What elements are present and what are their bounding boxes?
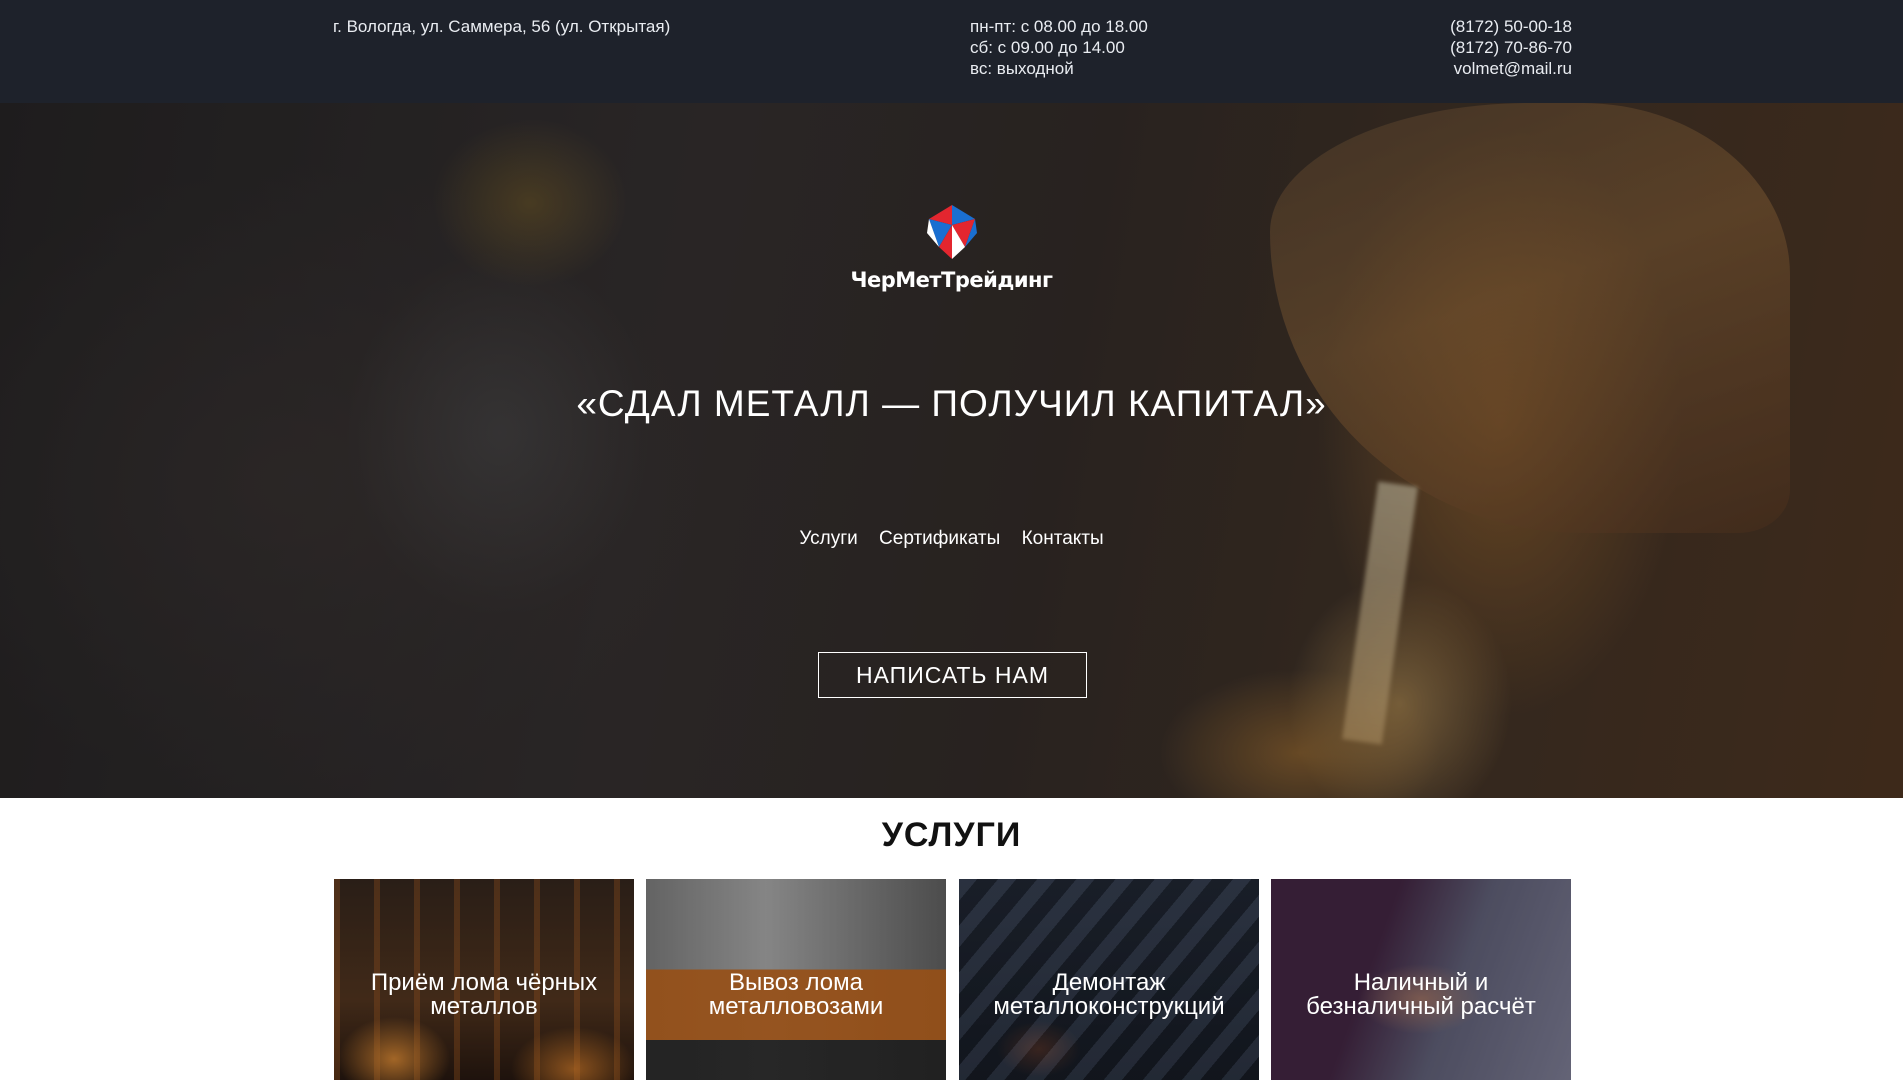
hours-saturday: сб: с 09.00 до 14.00 xyxy=(970,38,1125,57)
contacts: (8172) 50-00-18 (8172) 70-86-70 volmet@m… xyxy=(1450,16,1572,79)
main-nav: Услуги Сертификаты Контакты xyxy=(0,528,1903,550)
service-card-label: Наличный и безналичный расчёт xyxy=(1306,969,1536,1020)
address-text: г. Вологда, ул. Саммера, 56 (ул. Открыта… xyxy=(333,17,671,36)
hero-slogan: «СДАЛ МЕТАЛЛ — ПОЛУЧИЛ КАПИТАЛ» xyxy=(576,383,1327,424)
working-hours: пн-пт: с 08.00 до 18.00 сб: с 09.00 до 1… xyxy=(970,16,1148,79)
service-card-dismantling[interactable]: Демонтаж металлоконструкций xyxy=(959,879,1259,1080)
logo-text: ЧерМетТрейдинг xyxy=(850,268,1053,292)
phone-link-1[interactable]: (8172) 50-00-18 xyxy=(1450,16,1572,37)
phone-link-2[interactable]: (8172) 70-86-70 xyxy=(1450,37,1572,58)
nav-link-contacts[interactable]: Контакты xyxy=(1022,528,1104,549)
logo-mark-icon xyxy=(926,205,977,259)
service-card-payment[interactable]: Наличный и безналичный расчёт xyxy=(1271,879,1571,1080)
nav-link-services[interactable]: Услуги xyxy=(799,528,857,549)
hours-sunday: вс: выходной xyxy=(970,59,1074,78)
top-info-bar: г. Вологда, ул. Саммера, 56 (ул. Открыта… xyxy=(0,0,1903,103)
hours-weekdays: пн-пт: с 08.00 до 18.00 xyxy=(970,17,1148,36)
services-heading: УСЛУГИ xyxy=(881,816,1022,854)
service-card-scrap-acceptance[interactable]: Приём лома чёрных металлов xyxy=(334,879,634,1080)
logo[interactable]: ЧерМетТрейдинг xyxy=(0,203,1903,292)
service-card-label: Приём лома чёрных металлов xyxy=(370,969,598,1020)
nav-link-certificates[interactable]: Сертификаты xyxy=(879,528,1000,549)
service-card-label: Демонтаж металлоконструкций xyxy=(993,969,1225,1020)
service-card-label: Вывоз лома металловозами xyxy=(708,969,884,1020)
email-link[interactable]: volmet@mail.ru xyxy=(1450,58,1572,79)
services-cards: Приём лома чёрных металлов Вывоз лома ме… xyxy=(334,879,1572,1080)
address: г. Вологда, ул. Саммера, 56 (ул. Открыта… xyxy=(333,16,670,37)
service-card-scrap-removal[interactable]: Вывоз лома металловозами xyxy=(646,879,946,1080)
write-us-button[interactable]: НАПИСАТЬ НАМ xyxy=(818,652,1087,698)
hero-section: ЧерМетТрейдинг «СДАЛ МЕТАЛЛ — ПОЛУЧИЛ КА… xyxy=(0,103,1903,798)
